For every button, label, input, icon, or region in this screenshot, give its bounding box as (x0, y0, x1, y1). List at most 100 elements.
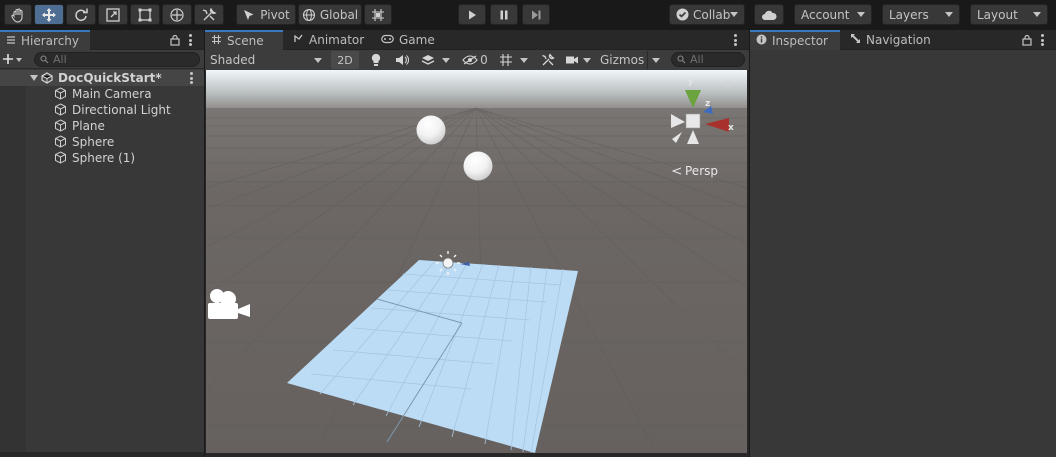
hierarchy-item[interactable]: Plane (0, 118, 204, 134)
tab-hierarchy[interactable]: Hierarchy (0, 30, 90, 50)
gizmos-label: Gizmos (600, 53, 645, 67)
transform-icon (170, 7, 184, 22)
move-arrows-icon (42, 7, 56, 22)
chevron-down-icon (857, 12, 865, 17)
lightbulb-icon (371, 53, 381, 66)
audio-toggle[interactable] (391, 51, 413, 69)
shading-mode-label: Shaded (210, 53, 256, 67)
layers-dropdown[interactable]: Layers (882, 4, 960, 25)
play-button[interactable] (458, 4, 486, 25)
chevron-down-icon (945, 12, 953, 17)
tab-scene-label: Scene (227, 34, 264, 48)
hierarchy-menu-icon[interactable] (189, 34, 192, 46)
collab-dropdown[interactable]: Collab (669, 4, 745, 25)
video-camera-icon (566, 56, 578, 64)
grid-dropdown[interactable] (495, 51, 531, 69)
chevron-down-icon (519, 57, 528, 63)
hand-icon (11, 7, 23, 23)
grid-snap-icon (372, 8, 384, 21)
expand-arrow-icon[interactable] (30, 75, 38, 81)
hash-grid-icon (211, 34, 222, 48)
scene-viewport[interactable]: y z x Persp (206, 70, 747, 453)
toggle-2d-label: 2D (337, 53, 353, 67)
effects-dropdown[interactable] (417, 51, 453, 69)
scene-search-input[interactable]: All (671, 52, 745, 67)
hierarchy-item[interactable]: Main Camera (0, 86, 204, 102)
play-icon (469, 10, 476, 19)
tab-game[interactable]: Game (375, 30, 441, 50)
projection-label: Persp (685, 164, 718, 178)
info-icon (756, 34, 767, 48)
list-icon (6, 34, 16, 48)
scene-render: y z x Persp (206, 70, 747, 453)
hidden-objects-toggle[interactable]: 0 (459, 51, 491, 69)
gameobject-cube-icon (55, 135, 66, 148)
lighting-toggle[interactable] (365, 51, 387, 69)
tab-animator-label: Animator (309, 33, 365, 47)
check-circle-icon (676, 8, 689, 21)
scene-tools-button[interactable] (537, 51, 559, 69)
bottom-panel-edge (0, 452, 204, 457)
hand-tool-button[interactable] (4, 4, 32, 25)
toggle-2d-button[interactable]: 2D (331, 51, 359, 69)
main-toolbar: Pivot Global Collab Account Layers Layou… (0, 0, 1056, 30)
lock-icon[interactable] (170, 34, 180, 46)
gizmos-dropdown[interactable]: Gizmos (597, 51, 663, 69)
scene-root-row[interactable]: DocQuickStart* (0, 70, 204, 86)
plus-icon[interactable] (2, 53, 14, 65)
lock-icon[interactable] (1022, 34, 1032, 46)
hierarchy-item-label: Main Camera (72, 87, 152, 101)
account-dropdown[interactable]: Account (794, 4, 872, 25)
pause-icon (500, 10, 508, 19)
hierarchy-tabbar: Hierarchy (0, 30, 204, 50)
tab-inspector[interactable]: Inspector (750, 30, 840, 50)
pause-button[interactable] (490, 4, 518, 25)
tools-icon (202, 7, 217, 20)
tab-navigation-label: Navigation (866, 33, 931, 47)
effects-layers-icon (421, 55, 434, 65)
hierarchy-item[interactable]: Sphere (0, 134, 204, 150)
tab-navigation[interactable]: Navigation (844, 30, 940, 50)
cloud-button[interactable] (754, 4, 784, 25)
inspector-menu-icon[interactable] (1041, 34, 1044, 46)
chevron-down-icon (314, 57, 322, 63)
tools-icon (542, 53, 555, 66)
scene-menu-icon[interactable] (734, 34, 737, 46)
pivot-icon (244, 9, 254, 20)
transform-tool-button[interactable] (162, 4, 192, 25)
camera-settings-dropdown[interactable] (563, 51, 593, 69)
global-toggle[interactable]: Global (298, 4, 362, 25)
gameobject-cube-icon (55, 119, 66, 132)
sphere-object[interactable] (416, 115, 446, 145)
axis-y-label: y (688, 77, 694, 87)
step-button[interactable] (522, 4, 550, 25)
layers-label: Layers (889, 7, 929, 22)
layout-label: Layout (977, 7, 1018, 22)
chevron-down-icon (652, 57, 660, 63)
unity-scene-icon (41, 72, 53, 84)
move-tool-button[interactable] (34, 4, 64, 25)
tab-animator[interactable]: Animator (287, 30, 369, 50)
layout-dropdown[interactable]: Layout (970, 4, 1048, 25)
pivot-toggle[interactable]: Pivot (236, 4, 296, 25)
hierarchy-item[interactable]: Sphere (1) (0, 150, 204, 166)
globe-icon (302, 8, 315, 21)
tab-scene[interactable]: Scene (205, 30, 283, 50)
hierarchy-search-input[interactable]: All (34, 52, 200, 67)
grid-snap-button[interactable] (364, 4, 392, 25)
chevron-down-icon[interactable] (16, 58, 22, 62)
shading-mode-dropdown[interactable]: Shaded (207, 51, 325, 69)
rect-tool-button[interactable] (130, 4, 160, 25)
rotate-tool-button[interactable] (66, 4, 96, 25)
tab-inspector-label: Inspector (772, 34, 828, 48)
animator-icon (293, 33, 304, 47)
hierarchy-item[interactable]: Directional Light (0, 102, 204, 118)
hierarchy-item-label: Plane (72, 119, 105, 133)
scene-tabbar: Scene Animator Game (205, 30, 749, 50)
hierarchy-tree: DocQuickStart* Main Camera Directional L… (0, 70, 204, 166)
custom-tool-button[interactable] (194, 4, 224, 25)
scene-menu-icon[interactable] (190, 72, 193, 84)
scale-tool-button[interactable] (98, 4, 128, 25)
sphere-1-object[interactable] (463, 151, 493, 181)
gameobject-cube-icon (55, 151, 66, 164)
